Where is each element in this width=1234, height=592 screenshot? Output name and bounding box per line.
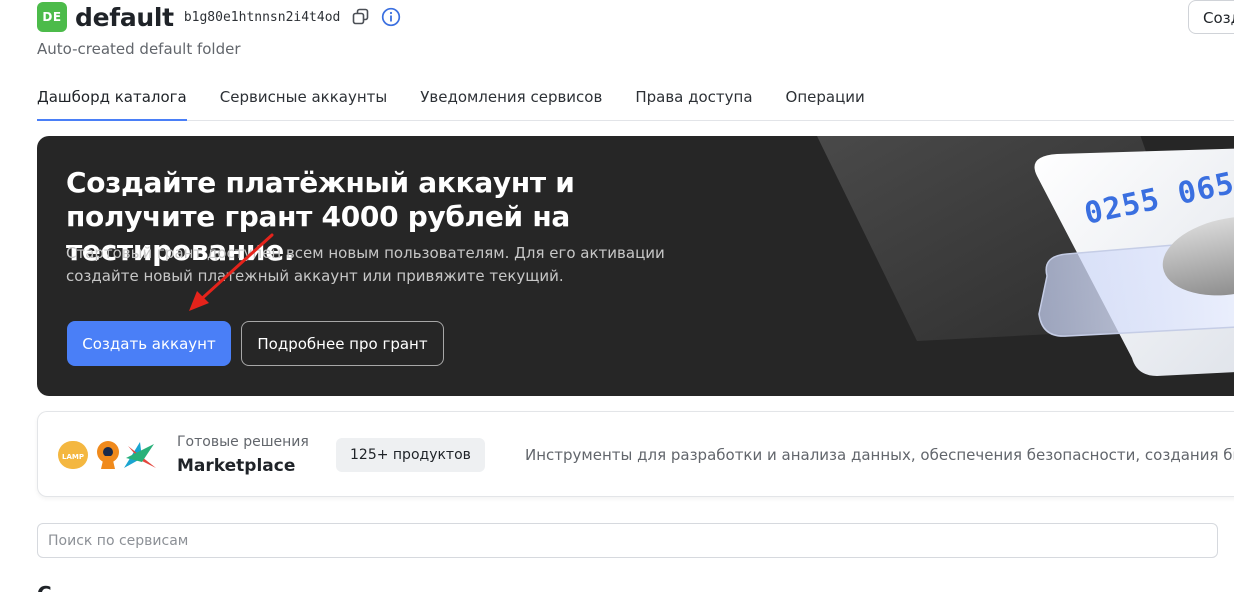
folder-description: Auto-created default folder bbox=[37, 40, 241, 58]
folder-id: b1g80e1htnnsn2i4t4od bbox=[183, 9, 341, 25]
services-search-input[interactable] bbox=[37, 523, 1218, 558]
tab-service-accounts[interactable]: Сервисные аккаунты bbox=[220, 80, 387, 121]
payment-card-illustration: 0255 0651 5 bbox=[817, 136, 1234, 376]
folder-header: DE default b1g80e1htnnsn2i4t4od bbox=[37, 2, 402, 32]
promo-description: Стартовый грант доступен всем новым поль… bbox=[66, 244, 665, 285]
marketplace-panel[interactable]: LAMP Готовые решения Marketplace 125+ пр… bbox=[37, 411, 1234, 497]
tab-access-rights[interactable]: Права доступа bbox=[635, 80, 752, 121]
marketplace-kicker: Готовые решения bbox=[177, 434, 309, 450]
marketplace-title: Marketplace bbox=[177, 456, 296, 476]
grant-details-button[interactable]: Подробнее про грант bbox=[241, 321, 444, 366]
section-heading: С bbox=[37, 582, 51, 592]
create-resource-button[interactable]: Созд bbox=[1188, 0, 1234, 34]
billing-promo-banner: 0255 0651 5 Создайте платёжный аккаунт и… bbox=[37, 136, 1234, 396]
tab-dashboard[interactable]: Дашборд каталога bbox=[37, 80, 187, 121]
tab-operations[interactable]: Операции bbox=[786, 80, 865, 121]
folder-tabs: Дашборд каталога Сервисные аккаунты Увед… bbox=[37, 80, 1234, 121]
info-icon[interactable] bbox=[380, 6, 402, 28]
create-account-button[interactable]: Создать аккаунт bbox=[67, 321, 231, 366]
products-count-badge: 125+ продуктов bbox=[336, 438, 485, 472]
copy-icon[interactable] bbox=[350, 6, 372, 28]
marketplace-description: Инструменты для разработки и анализа дан… bbox=[525, 446, 1234, 464]
marketplace-product-logos: LAMP bbox=[58, 441, 156, 469]
lamp-logo-text: LAMP bbox=[62, 453, 84, 461]
tab-service-notifications[interactable]: Уведомления сервисов bbox=[420, 80, 602, 121]
folder-title: default bbox=[75, 2, 174, 32]
folder-avatar: DE bbox=[37, 2, 67, 32]
